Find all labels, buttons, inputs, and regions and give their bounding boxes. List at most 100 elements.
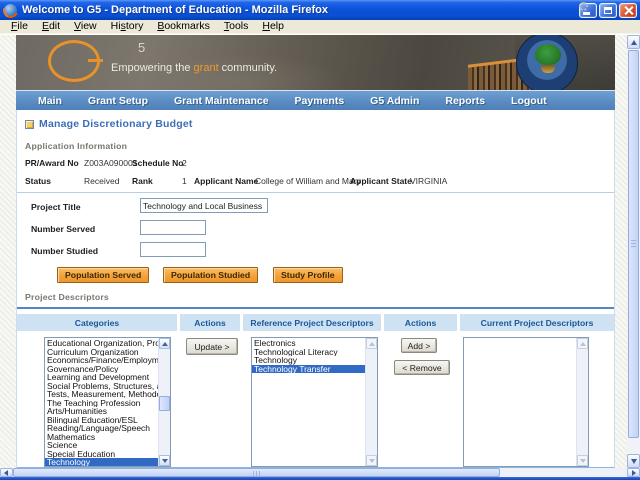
scroll-thumb[interactable] — [628, 50, 639, 438]
main-content: Manage Discretionary Budget Application … — [16, 110, 615, 468]
population-served-button[interactable]: Population Served — [57, 267, 149, 283]
banner-tagline: Empowering the grant community. — [111, 62, 277, 74]
nav-item[interactable]: Payments — [295, 95, 357, 107]
scroll-up-icon — [366, 338, 377, 349]
nav-item[interactable]: Logout — [511, 95, 559, 107]
categories-listbox[interactable]: Educational Organization, ProceCurriculu… — [44, 337, 171, 467]
scroll-up-icon[interactable] — [159, 338, 170, 349]
remove-button[interactable]: < Remove — [394, 360, 450, 375]
menu-item[interactable]: History — [104, 20, 151, 33]
header-actions-1: Actions — [180, 314, 240, 331]
horizontal-scrollbar[interactable] — [0, 468, 640, 477]
nav-item[interactable]: Grant Setup — [88, 95, 160, 107]
browser-window: Welcome to G5 - Department of Education … — [0, 0, 640, 480]
scroll-thumb[interactable] — [159, 396, 170, 411]
g5-banner: 5 Empowering the grant community. — [16, 35, 615, 90]
update-button[interactable]: Update > — [186, 338, 238, 355]
list-item[interactable]: Science — [45, 441, 158, 450]
page-heading: Manage Discretionary Budget — [25, 118, 193, 130]
divider — [17, 307, 614, 309]
list-item[interactable]: Tests, Measurement, Methodol — [45, 390, 158, 399]
number-served-input[interactable] — [140, 220, 206, 235]
list-item[interactable]: Governance/Policy — [45, 365, 158, 374]
categories-scrollbar[interactable] — [158, 338, 170, 466]
scroll-down-icon — [366, 455, 377, 466]
vertical-scrollbar[interactable] — [627, 35, 640, 468]
info-row-1: PR/Award No Z003A090001 Schedule No 2 — [17, 158, 614, 170]
schedule-value: 2 — [182, 158, 187, 168]
bullet-icon — [25, 120, 34, 129]
scroll-down-icon — [577, 455, 588, 466]
project-title-label: Project Title — [31, 202, 81, 212]
scroll-down-icon[interactable] — [627, 454, 640, 468]
number-studied-label: Number Studied — [31, 246, 98, 256]
rank-label: Rank — [132, 176, 153, 186]
add-button[interactable]: Add > — [401, 338, 437, 353]
scroll-thumb[interactable] — [13, 468, 500, 477]
number-studied-input[interactable] — [140, 242, 206, 257]
pr-award-label: PR/Award No — [25, 158, 79, 168]
dept-of-education-seal-icon — [516, 35, 578, 90]
list-item[interactable]: Reading/Language/Speech — [45, 424, 158, 433]
menu-bar: FileEditViewHistoryBookmarksToolsHelp — [0, 20, 640, 34]
page-title: Manage Discretionary Budget — [39, 118, 193, 130]
project-title-input[interactable] — [140, 198, 268, 213]
applicant-state-value: VIRGINIA — [410, 176, 447, 186]
list-item[interactable]: The Teaching Profession — [45, 399, 158, 408]
population-studied-button[interactable]: Population Studied — [163, 267, 258, 283]
applicant-state-label: Applicant State — [350, 176, 412, 186]
list-item[interactable]: Technology — [45, 458, 158, 466]
list-item[interactable]: Technology Transfer — [252, 365, 365, 374]
application-information-label: Application Information — [25, 141, 127, 151]
list-item[interactable]: Economics/Finance/Employmen — [45, 356, 158, 365]
list-item[interactable]: Mathematics — [45, 433, 158, 442]
menu-item[interactable]: Tools — [217, 20, 256, 33]
header-actions-2: Actions — [384, 314, 457, 331]
schedule-label: Schedule No — [132, 158, 183, 168]
list-item[interactable]: Curriculum Organization — [45, 348, 158, 357]
menu-item[interactable]: File — [4, 20, 35, 33]
g5-logo-five: 5 — [138, 40, 145, 55]
header-categories: Categories — [17, 314, 177, 331]
menu-item[interactable]: Edit — [35, 20, 67, 33]
list-item[interactable]: Technology — [252, 356, 365, 365]
applicant-name-label: Applicant Name — [194, 176, 258, 186]
menu-item[interactable]: Help — [255, 20, 291, 33]
menu-item[interactable]: Bookmarks — [150, 20, 217, 33]
scroll-down-icon[interactable] — [159, 455, 170, 466]
rank-value: 1 — [182, 176, 187, 186]
scroll-right-icon[interactable] — [627, 468, 640, 477]
scroll-up-icon[interactable] — [627, 35, 640, 49]
applicant-name-value: College of William and Mary — [255, 176, 361, 186]
list-item[interactable]: Educational Organization, Proce — [45, 339, 158, 348]
nav-item[interactable]: Reports — [445, 95, 497, 107]
pr-award-value: Z003A090001 — [84, 158, 137, 168]
firefox-icon — [4, 4, 17, 17]
restore-button[interactable] — [599, 3, 617, 18]
project-descriptors-label: Project Descriptors — [25, 292, 109, 302]
list-item[interactable]: Arts/Humanities — [45, 407, 158, 416]
menu-item[interactable]: View — [67, 20, 104, 33]
main-nav: Main Grant Setup Grant Maintenance Payments… — [16, 90, 615, 110]
scroll-left-icon[interactable] — [0, 468, 13, 477]
title-bar[interactable]: Welcome to G5 - Department of Education … — [0, 0, 640, 20]
nav-item[interactable]: Main — [38, 95, 74, 107]
reference-scrollbar — [365, 338, 377, 466]
activity-indicator-icon — [579, 2, 588, 11]
list-item[interactable]: Social Problems, Structures, an — [45, 382, 158, 391]
list-item[interactable]: Bilingual Education/ESL — [45, 416, 158, 425]
page-content: 5 Empowering the grant community. Main Gr… — [16, 35, 615, 468]
close-button[interactable] — [619, 3, 637, 18]
current-descriptors-listbox[interactable] — [463, 337, 589, 467]
current-scrollbar — [576, 338, 588, 466]
list-item[interactable]: Technological Literacy — [252, 348, 365, 357]
nav-item[interactable]: Grant Maintenance — [174, 95, 281, 107]
list-item[interactable]: Special Education — [45, 450, 158, 459]
list-item[interactable]: Electronics — [252, 339, 365, 348]
divider — [17, 192, 614, 193]
descriptor-table-body: Educational Organization, ProceCurriculu… — [17, 337, 614, 468]
reference-descriptors-listbox[interactable]: ElectronicsTechnological LiteracyTechnol… — [251, 337, 378, 467]
study-profile-button[interactable]: Study Profile — [273, 267, 343, 283]
nav-item[interactable]: G5 Admin — [370, 95, 431, 107]
list-item[interactable]: Learning and Development — [45, 373, 158, 382]
